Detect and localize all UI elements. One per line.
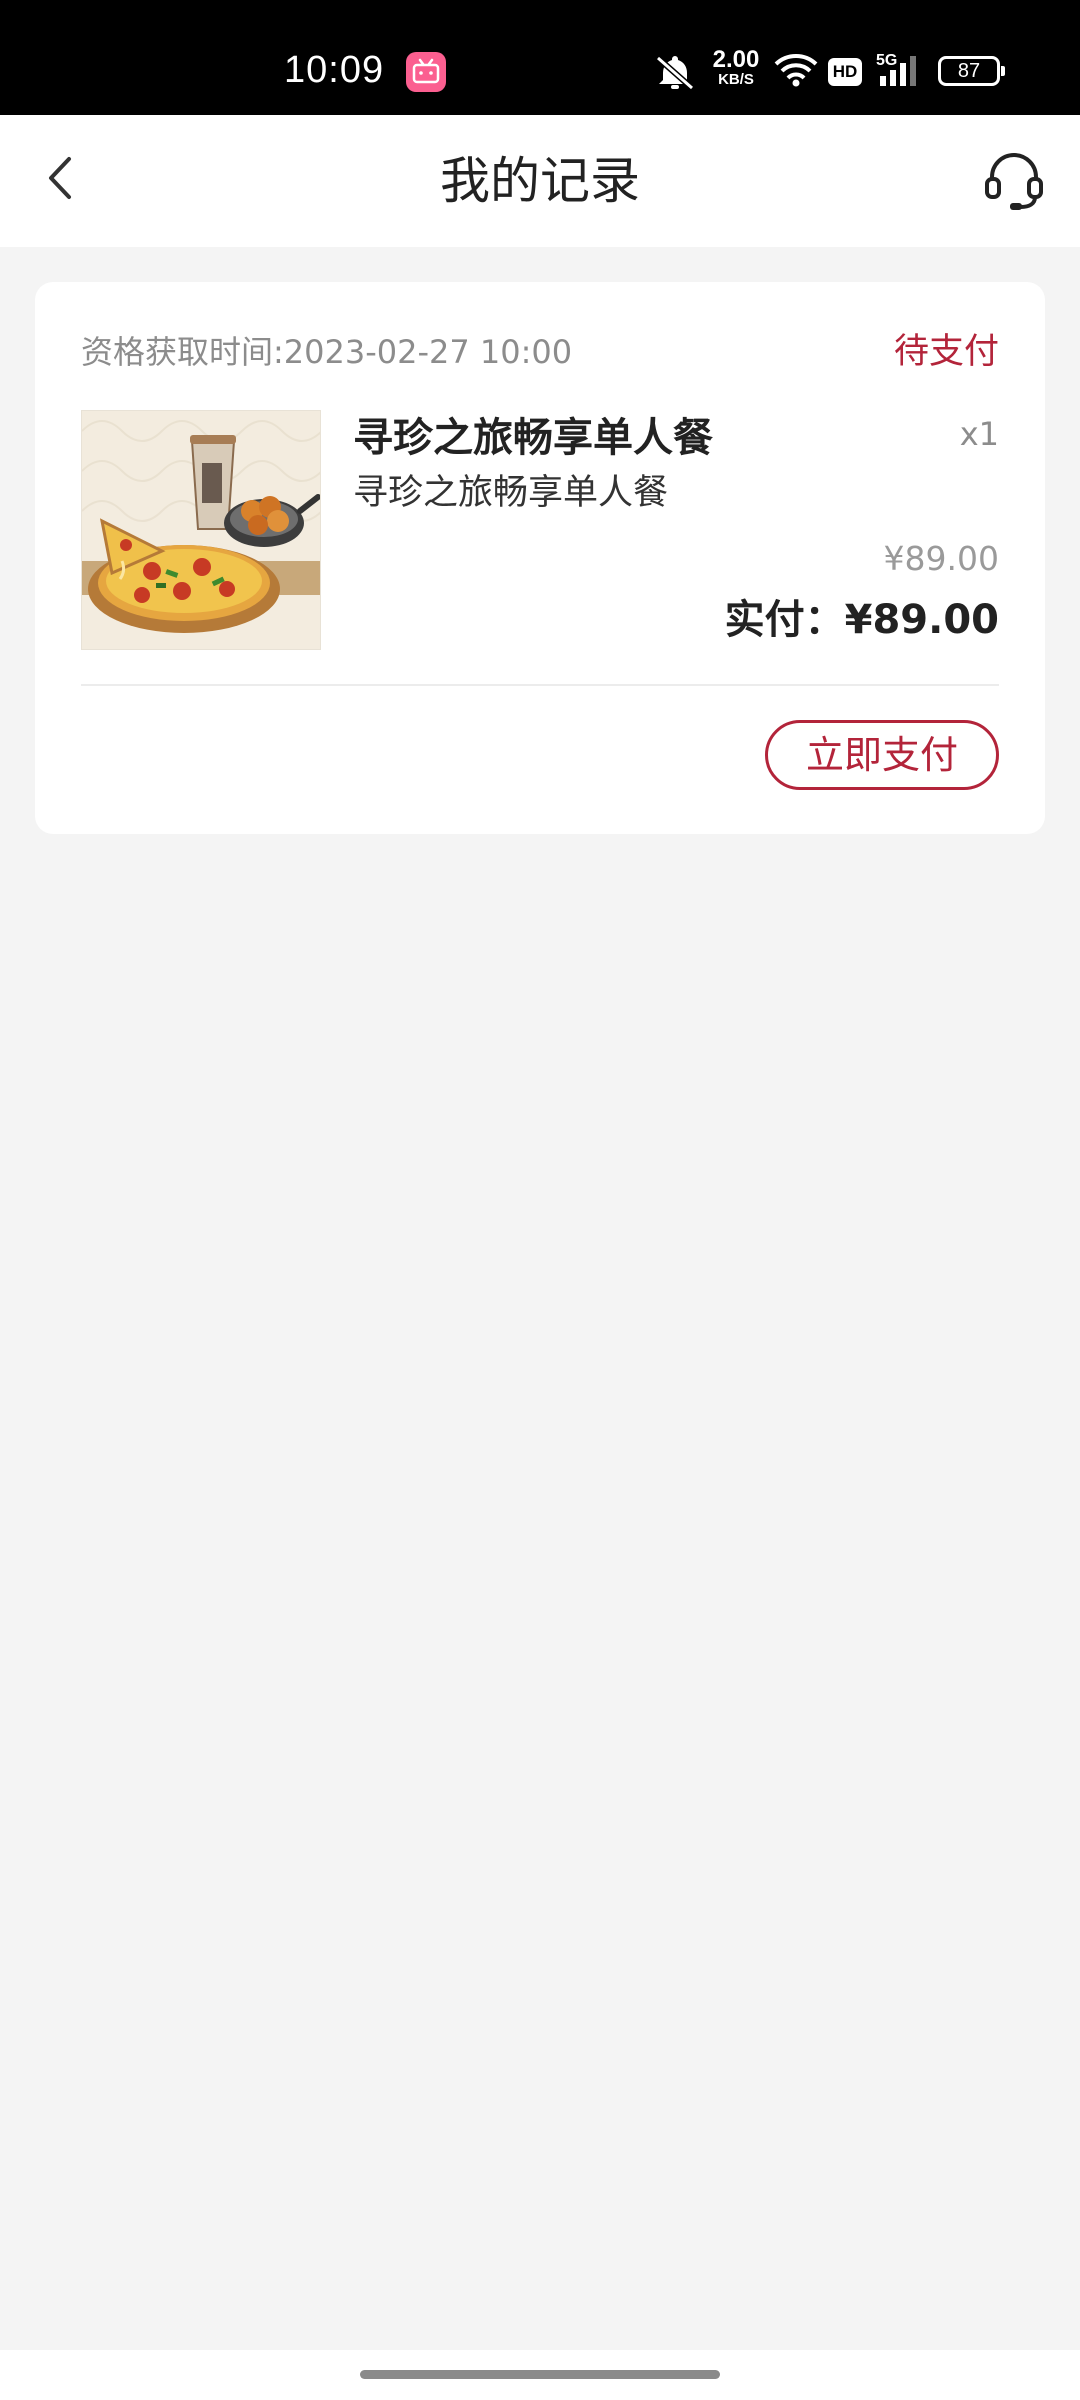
- wifi-icon: [774, 52, 818, 92]
- net-speed-value: 2.00: [712, 46, 760, 73]
- paid-amount: 实付：¥89.00: [724, 597, 999, 643]
- bilibili-icon: [406, 52, 446, 92]
- original-price: ¥89.00: [883, 539, 999, 578]
- status-badge: 待支付: [893, 332, 999, 372]
- customer-service-button[interactable]: [982, 149, 1046, 213]
- app-header: 我的记录: [0, 115, 1080, 247]
- headset-icon: [982, 153, 1046, 217]
- navigation-bar: [0, 2350, 1080, 2400]
- record-card[interactable]: 资格获取时间:2023-02-27 10:00 待支付 寻珍之旅畅享单人餐 寻珍…: [35, 282, 1045, 834]
- divider: [81, 684, 999, 686]
- hd-badge: HD: [828, 58, 862, 86]
- quantity: x1: [959, 415, 999, 453]
- product-subtitle: 寻珍之旅畅享单人餐: [353, 473, 669, 513]
- qualification-time: 资格获取时间:2023-02-27 10:00: [81, 333, 573, 371]
- home-indicator[interactable]: [360, 2370, 720, 2379]
- mute-icon: [652, 52, 698, 96]
- net-speed-unit: KB/S: [718, 71, 754, 88]
- pay-now-button[interactable]: 立即支付: [765, 720, 999, 790]
- page-title: 我的记录: [440, 152, 640, 210]
- pizza-meal-image: [81, 410, 321, 650]
- status-bar: 10:09 2.00 KB/S HD 5G 87: [0, 0, 1080, 115]
- status-time: 10:09: [284, 49, 385, 91]
- battery-icon: 87: [938, 56, 1005, 86]
- product-title: 寻珍之旅畅享单人餐: [353, 415, 713, 461]
- signal-icon: [878, 54, 922, 92]
